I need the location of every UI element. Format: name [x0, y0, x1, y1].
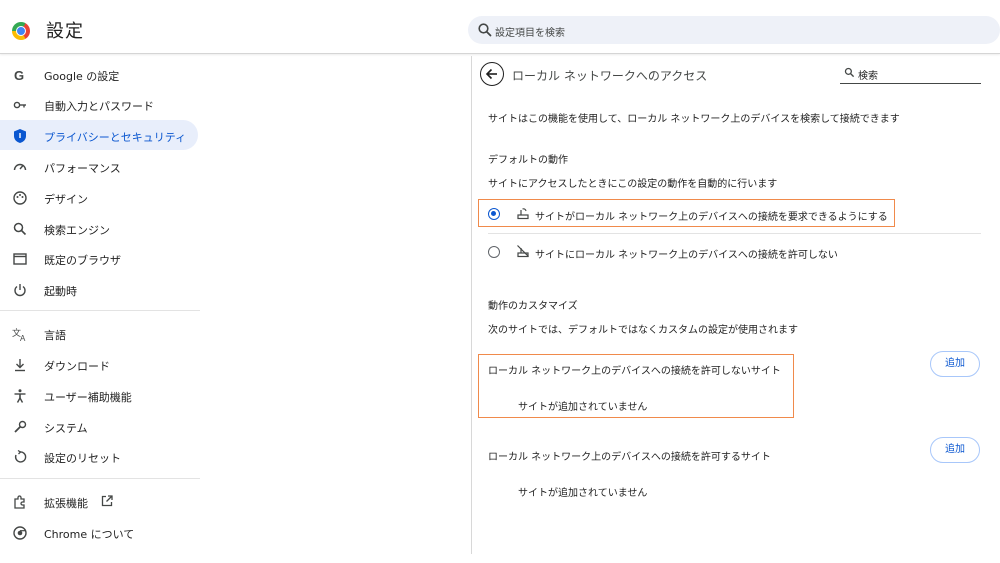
- download-icon: [12, 357, 28, 373]
- sidebar-item-appearance[interactable]: デザイン: [0, 182, 198, 212]
- search-icon: [478, 23, 492, 37]
- browser-window-icon: [12, 251, 28, 267]
- radio-block[interactable]: [488, 246, 500, 258]
- sidebar-item-label: Chrome について: [44, 528, 135, 541]
- option-allow-label[interactable]: サイトがローカル ネットワーク上のデバイスへの接続を要求できるようにする: [535, 208, 888, 223]
- sidebar-item-autofill[interactable]: 自動入力とパスワード: [0, 89, 198, 119]
- google-icon: G: [12, 67, 28, 83]
- top-bar: 設定 設定項目を検索: [0, 0, 1000, 54]
- palette-icon: [12, 190, 28, 206]
- add-block-site-button[interactable]: 追加: [930, 351, 980, 377]
- sidebar-divider: [0, 310, 200, 311]
- allow-list-title: ローカル ネットワーク上のデバイスへの接続を許可するサイト: [488, 452, 771, 463]
- search-placeholder: 設定項目を検索: [495, 28, 565, 39]
- sidebar-item-label: 自動入力とパスワード: [44, 100, 154, 113]
- sidebar-item-label: 言語: [44, 329, 66, 342]
- search-icon: [844, 67, 855, 78]
- chrome-logo-icon: [12, 22, 30, 40]
- sidebar-item-accessibility[interactable]: ユーザー補助機能: [0, 380, 198, 410]
- block-list-empty: サイトが追加されていません: [518, 402, 648, 413]
- sidebar-item-label: 検索エンジン: [44, 224, 110, 237]
- settings-search-input[interactable]: 設定項目を検索: [468, 16, 1000, 44]
- reset-icon: [12, 449, 28, 465]
- sidebar-item-on-startup[interactable]: 起動時: [0, 274, 198, 304]
- sidebar-item-google[interactable]: G Google の設定: [0, 59, 198, 89]
- sidebar-item-privacy[interactable]: プライバシーとセキュリティ: [0, 120, 198, 150]
- sidebar-divider: [0, 478, 200, 479]
- default-behavior-heading: デフォルトの動作: [488, 155, 568, 166]
- sidebar-item-label: Google の設定: [44, 70, 120, 83]
- panel-description: サイトはこの機能を使用して、ローカル ネットワーク上のデバイスを検索して接続でき…: [488, 114, 900, 125]
- power-icon: [12, 282, 28, 298]
- sidebar-item-label: 拡張機能: [44, 497, 88, 510]
- sidebar: G Google の設定 自動入力とパスワード プライバシーとセキュリティ パフ…: [0, 56, 205, 563]
- wrench-icon: [12, 419, 28, 435]
- external-link-icon: [101, 495, 113, 507]
- sidebar-item-about-chrome[interactable]: Chrome について: [0, 517, 198, 547]
- add-allow-site-button[interactable]: 追加: [930, 437, 980, 463]
- svg-text:G: G: [14, 68, 24, 82]
- sidebar-item-label: パフォーマンス: [44, 162, 121, 175]
- panel-search-input[interactable]: 検索: [840, 62, 981, 84]
- sidebar-item-extensions[interactable]: 拡張機能: [0, 486, 198, 516]
- sidebar-item-search-engine[interactable]: 検索エンジン: [0, 213, 198, 243]
- sidebar-item-downloads[interactable]: ダウンロード: [0, 349, 198, 379]
- sidebar-item-label: ユーザー補助機能: [44, 391, 132, 404]
- default-behavior-sub: サイトにアクセスしたときにこの設定の動作を自動的に行います: [488, 179, 778, 190]
- network-device-icon: [517, 208, 529, 220]
- sidebar-item-performance[interactable]: パフォーマンス: [0, 151, 198, 181]
- sidebar-item-label: システム: [44, 422, 88, 435]
- sidebar-item-label: ダウンロード: [44, 360, 110, 373]
- customize-heading: 動作のカスタマイズ: [488, 301, 578, 312]
- sidebar-item-reset[interactable]: 設定のリセット: [0, 441, 198, 471]
- svg-text:A: A: [20, 334, 26, 342]
- search-icon: [12, 221, 28, 237]
- option-block-label[interactable]: サイトにローカル ネットワーク上のデバイスへの接続を許可しない: [535, 246, 838, 261]
- sidebar-item-label: プライバシーとセキュリティ: [44, 131, 187, 144]
- speedometer-icon: [12, 159, 28, 175]
- customize-sub: 次のサイトでは、デフォルトではなくカスタムの設定が使用されます: [488, 325, 798, 336]
- option-divider: [488, 233, 981, 234]
- shield-icon: [12, 128, 28, 144]
- sidebar-item-label: 設定のリセット: [44, 452, 121, 465]
- radio-allow[interactable]: [488, 208, 500, 220]
- chrome-icon: [12, 525, 28, 541]
- key-icon: [12, 97, 28, 113]
- block-list-title: ローカル ネットワーク上のデバイスへの接続を許可しないサイト: [488, 366, 781, 377]
- local-network-access-panel: ローカル ネットワークへのアクセス 検索 サイトはこの機能を使用して、ローカル …: [472, 56, 1000, 554]
- translate-icon: 文A: [12, 326, 28, 342]
- allow-list-empty: サイトが追加されていません: [518, 488, 648, 499]
- sidebar-item-label: 既定のブラウザ: [44, 254, 121, 267]
- network-device-off-icon: [517, 245, 529, 258]
- sidebar-item-default-browser[interactable]: 既定のブラウザ: [0, 243, 198, 273]
- arrow-back-icon: [485, 68, 497, 80]
- puzzle-icon: [12, 494, 28, 510]
- sidebar-item-system[interactable]: システム: [0, 411, 198, 441]
- sidebar-item-label: 起動時: [44, 285, 77, 298]
- sidebar-item-label: デザイン: [44, 193, 88, 206]
- panel-search-label: 検索: [858, 71, 878, 82]
- panel-title: ローカル ネットワークへのアクセス: [512, 69, 708, 83]
- sidebar-item-languages[interactable]: 文A 言語: [0, 318, 198, 348]
- accessibility-icon: [12, 388, 28, 404]
- page-title: 設定: [46, 21, 84, 42]
- back-button[interactable]: [480, 62, 504, 86]
